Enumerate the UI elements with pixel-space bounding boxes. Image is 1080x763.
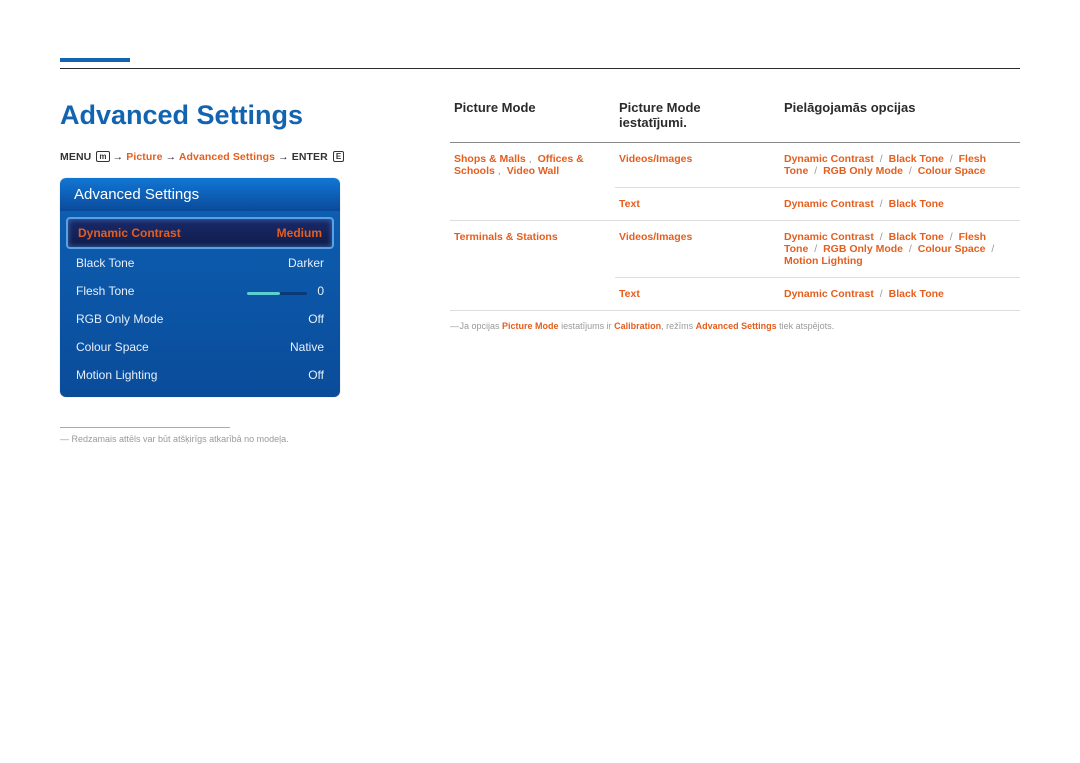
- osd-item-label: Black Tone: [76, 256, 134, 270]
- enter-icon: E: [333, 151, 344, 162]
- osd-item[interactable]: Black Tone Darker: [66, 249, 334, 277]
- th-picture-mode: Picture Mode: [450, 100, 615, 143]
- osd-item-value: Darker: [288, 256, 324, 270]
- options-table: Picture Mode Picture Mode iestatījumi. P…: [450, 100, 1020, 311]
- osd-item-value: Native: [290, 340, 324, 354]
- osd-item-label: RGB Only Mode: [76, 312, 163, 326]
- enter-label: ENTER: [292, 151, 328, 163]
- osd-item-value-wrap: Medium: [277, 226, 322, 240]
- page-title: Advanced Settings: [60, 100, 380, 131]
- cell-setting: Text: [615, 278, 780, 311]
- osd-item-label: Flesh Tone: [76, 284, 134, 298]
- osd-body: Dynamic Contrast Medium Black Tone Darker Fl…: [60, 211, 340, 397]
- osd-item[interactable]: RGB Only Mode Off: [66, 305, 334, 333]
- th-options: Pielāgojamās opcijas: [780, 100, 1020, 143]
- arrow-icon: →: [278, 151, 289, 163]
- osd-item[interactable]: Colour Space Native: [66, 333, 334, 361]
- page: Advanced Settings MENU m → Picture → Adv…: [0, 0, 1080, 444]
- osd-item-label: Motion Lighting: [76, 368, 157, 382]
- breadcrumb: MENU m → Picture → Advanced Settings → E…: [60, 151, 380, 163]
- cell-options: Dynamic Contrast / Black Tone: [780, 278, 1020, 311]
- breadcrumb-picture: Picture: [126, 151, 162, 163]
- cell-picture-mode: Terminals & Stations: [450, 221, 615, 311]
- osd-item[interactable]: Flesh Tone 0: [66, 277, 334, 305]
- cell-setting: Text: [615, 188, 780, 221]
- osd-panel: Advanced Settings Dynamic Contrast Medium…: [60, 178, 340, 397]
- osd-item-value: Off: [308, 368, 324, 382]
- osd-item[interactable]: Dynamic Contrast Medium: [66, 217, 334, 249]
- menu-label: MENU: [60, 151, 91, 163]
- menu-icon: m: [96, 151, 109, 162]
- cell-setting: Videos/Images: [615, 143, 780, 188]
- cell-options: Dynamic Contrast / Black Tone / Flesh To…: [780, 143, 1020, 188]
- top-rule: [60, 68, 1020, 69]
- osd-item-label: Colour Space: [76, 340, 149, 354]
- columns: Advanced Settings MENU m → Picture → Adv…: [60, 100, 1020, 444]
- arrow-icon: →: [166, 151, 177, 163]
- breadcrumb-advanced: Advanced Settings: [179, 151, 275, 163]
- arrow-icon: →: [113, 151, 124, 163]
- osd-header: Advanced Settings: [60, 178, 340, 211]
- disclaimer: ― Redzamais attēls var būt atšķirīgs atk…: [60, 434, 380, 444]
- th-picture-mode-settings: Picture Mode iestatījumi.: [615, 100, 780, 143]
- osd-item-value-wrap: Off: [308, 312, 324, 326]
- osd-item-label: Dynamic Contrast: [78, 226, 181, 240]
- osd-item[interactable]: Motion Lighting Off: [66, 361, 334, 389]
- footnote-rule: [60, 427, 230, 428]
- table-row: Terminals & StationsVideos/ImagesDynamic…: [450, 221, 1020, 278]
- cell-setting: Videos/Images: [615, 221, 780, 278]
- cell-options: Dynamic Contrast / Black Tone / Flesh To…: [780, 221, 1020, 278]
- osd-item-value-wrap: Darker: [288, 256, 324, 270]
- cell-picture-mode: Shops & Malls, Offices & Schools, Video …: [450, 143, 615, 221]
- osd-item-value-wrap: Native: [290, 340, 324, 354]
- cell-options: Dynamic Contrast / Black Tone: [780, 188, 1020, 221]
- osd-item-value: 0: [317, 284, 324, 298]
- slider-icon: [247, 292, 307, 295]
- osd-item-value-wrap: 0: [247, 284, 324, 298]
- top-tab: [60, 58, 130, 62]
- table-row: Shops & Malls, Offices & Schools, Video …: [450, 143, 1020, 188]
- footnote: Ja opcijas Picture Mode iestatījums ir C…: [450, 321, 1020, 331]
- right-column: Picture Mode Picture Mode iestatījumi. P…: [450, 100, 1020, 444]
- osd-item-value: Medium: [277, 226, 322, 240]
- left-column: Advanced Settings MENU m → Picture → Adv…: [60, 100, 380, 444]
- osd-item-value: Off: [308, 312, 324, 326]
- osd-item-value-wrap: Off: [308, 368, 324, 382]
